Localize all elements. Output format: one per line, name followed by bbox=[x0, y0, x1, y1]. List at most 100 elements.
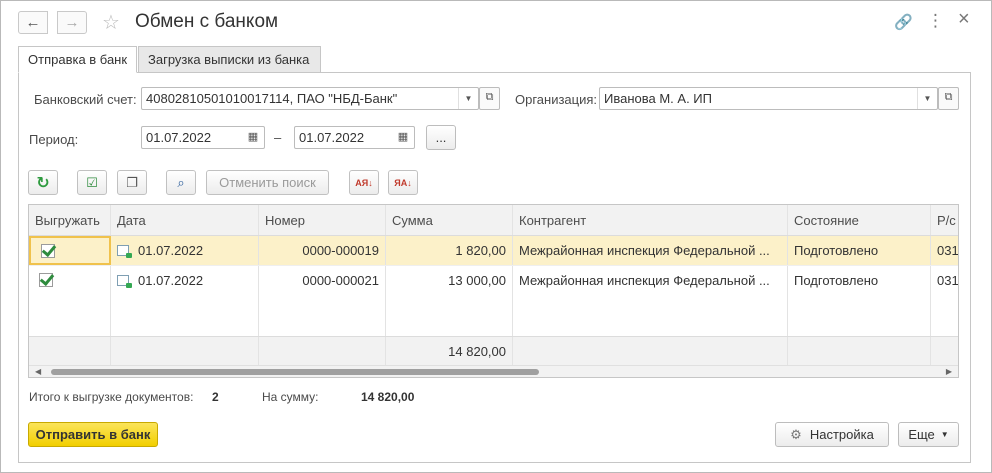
account-cell: 031 bbox=[931, 236, 958, 265]
footer-cell bbox=[29, 337, 111, 365]
period-from-value: 01.07.2022 bbox=[146, 130, 212, 145]
refresh-icon: ↻ bbox=[36, 174, 50, 192]
period-dash: – bbox=[274, 130, 282, 145]
sum-label: На сумму: bbox=[262, 390, 319, 404]
organization-label: Организация: bbox=[515, 92, 598, 107]
arrow-left-icon: ← bbox=[25, 14, 41, 31]
column-header[interactable]: Контрагент bbox=[513, 205, 788, 235]
export-cell[interactable] bbox=[29, 266, 111, 294]
sort-descending-button[interactable]: ЯА↓ bbox=[388, 170, 418, 195]
export-cell[interactable] bbox=[29, 236, 111, 265]
footer-cell bbox=[111, 337, 259, 365]
period-select-button[interactable]: ... bbox=[426, 125, 456, 150]
column-header[interactable]: Выгружать bbox=[29, 205, 111, 235]
column-header[interactable]: Дата bbox=[111, 205, 259, 235]
arrow-right-icon: → bbox=[64, 14, 80, 31]
table-header: Выгружать Дата Номер Сумма Контрагент Со… bbox=[29, 205, 958, 236]
title-bar: ← → ☆ Обмен с банком 🔗 ⋮ × bbox=[1, 1, 991, 43]
period-to-field[interactable]: 01.07.2022 ▦ bbox=[294, 126, 415, 149]
period-label: Период: bbox=[29, 132, 79, 147]
empty-cell bbox=[386, 294, 513, 336]
account-cell: 031 bbox=[931, 266, 958, 294]
footer-cell bbox=[513, 337, 788, 365]
empty-cell bbox=[259, 294, 386, 336]
cancel-search-button[interactable]: Отменить поиск bbox=[206, 170, 329, 195]
sum-cell: 1 820,00 bbox=[386, 236, 513, 265]
open-icon: ⧉ bbox=[944, 91, 953, 103]
ellipsis-icon: ... bbox=[435, 130, 447, 145]
bank-account-field[interactable]: 40802810501010017114, ПАО "НБД-Банк" ▼ bbox=[141, 87, 479, 110]
footer-cell bbox=[259, 337, 386, 365]
date-text: 01.07.2022 bbox=[138, 243, 204, 258]
scroll-left-icon[interactable]: ◀ bbox=[35, 367, 41, 376]
check-all-icon: ☑ bbox=[86, 174, 98, 190]
settings-button[interactable]: ⚙ Настройка bbox=[775, 422, 889, 447]
gear-icon: ⚙ bbox=[790, 426, 802, 442]
tab-send-to-bank[interactable]: Отправка в банк bbox=[18, 46, 137, 73]
horizontal-scrollbar[interactable]: ◀ ▶ bbox=[29, 365, 958, 377]
organization-field[interactable]: Иванова М. А. ИП ▼ bbox=[599, 87, 938, 110]
check-all-button[interactable]: ☑ bbox=[77, 170, 107, 195]
status-cell: Подготовлено bbox=[788, 236, 931, 265]
uncheck-all-button[interactable]: ❐ bbox=[117, 170, 147, 195]
date-cell: 01.07.2022 bbox=[111, 236, 259, 265]
forward-button[interactable]: → bbox=[57, 11, 87, 34]
tab-load-statement[interactable]: Загрузка выписки из банка bbox=[138, 46, 321, 73]
sort-ascending-button[interactable]: АЯ↓ bbox=[349, 170, 379, 195]
open-organization-button[interactable]: ⧉ bbox=[938, 87, 959, 110]
date-cell: 01.07.2022 bbox=[111, 266, 259, 294]
empty-cell bbox=[111, 294, 259, 336]
sort-descending-icon: ЯА↓ bbox=[394, 177, 412, 188]
documents-table: Выгружать Дата Номер Сумма Контрагент Со… bbox=[28, 204, 959, 378]
date-text: 01.07.2022 bbox=[138, 272, 204, 288]
column-header[interactable]: Состояние bbox=[788, 205, 931, 235]
search-button[interactable]: ⌕ bbox=[166, 170, 196, 195]
dropdown-arrow-icon[interactable]: ▼ bbox=[917, 88, 937, 109]
export-checkbox[interactable] bbox=[39, 273, 53, 287]
scroll-right-icon[interactable]: ▶ bbox=[946, 367, 952, 376]
scrollbar-thumb[interactable] bbox=[51, 369, 539, 375]
search-icon: ⌕ bbox=[177, 174, 185, 190]
settings-label: Настройка bbox=[809, 427, 874, 442]
send-to-bank-button[interactable]: Отправить в банк bbox=[28, 422, 158, 447]
counterparty-cell: Межрайонная инспекция Федеральной ... bbox=[513, 236, 788, 265]
table-empty-area bbox=[29, 294, 958, 336]
link-icon[interactable]: 🔗 bbox=[894, 13, 913, 31]
table-row[interactable]: 01.07.2022 0000-000021 13 000,00 Межрайо… bbox=[29, 265, 958, 294]
more-label: Еще bbox=[908, 427, 935, 442]
more-vertical-icon[interactable]: ⋮ bbox=[927, 11, 944, 31]
period-from-field[interactable]: 01.07.2022 ▦ bbox=[141, 126, 265, 149]
close-icon[interactable]: × bbox=[958, 8, 970, 31]
column-header[interactable]: Номер bbox=[259, 205, 386, 235]
open-bank-account-button[interactable]: ⧉ bbox=[479, 87, 500, 110]
cancel-search-label: Отменить поиск bbox=[219, 175, 316, 190]
organization-value: Иванова М. А. ИП bbox=[604, 91, 712, 106]
table-row[interactable]: 01.07.2022 0000-000019 1 820,00 Межрайон… bbox=[29, 236, 958, 265]
more-button[interactable]: Еще ▼ bbox=[898, 422, 959, 447]
bank-account-value: 40802810501010017114, ПАО "НБД-Банк" bbox=[146, 91, 398, 106]
document-icon bbox=[117, 274, 132, 288]
export-checkbox[interactable] bbox=[41, 243, 55, 258]
refresh-button[interactable]: ↻ bbox=[28, 170, 58, 195]
sum-value: 14 820,00 bbox=[361, 390, 415, 404]
sort-ascending-icon: АЯ↓ bbox=[355, 177, 373, 188]
bank-account-label: Банковский счет: bbox=[34, 92, 137, 107]
table-footer: 14 820,00 bbox=[29, 336, 958, 365]
empty-cell bbox=[29, 294, 111, 336]
calendar-icon[interactable]: ▦ bbox=[242, 127, 264, 148]
empty-cell bbox=[788, 294, 931, 336]
document-icon bbox=[117, 245, 132, 258]
dropdown-arrow-icon[interactable]: ▼ bbox=[458, 88, 478, 109]
star-icon[interactable]: ☆ bbox=[102, 10, 120, 35]
number-cell: 0000-000021 bbox=[259, 266, 386, 294]
sum-cell: 13 000,00 bbox=[386, 266, 513, 294]
docs-count-value: 2 bbox=[212, 390, 219, 404]
window: ← → ☆ Обмен с банком 🔗 ⋮ × Отправка в ба… bbox=[0, 0, 992, 473]
back-button[interactable]: ← bbox=[18, 11, 48, 34]
column-header[interactable]: Сумма bbox=[386, 205, 513, 235]
docs-count-label: Итого к выгрузке документов: bbox=[29, 390, 194, 404]
chevron-down-icon: ▼ bbox=[940, 430, 949, 439]
column-header[interactable]: Р/с bbox=[931, 205, 958, 235]
calendar-icon[interactable]: ▦ bbox=[392, 127, 414, 148]
open-icon: ⧉ bbox=[485, 91, 494, 103]
